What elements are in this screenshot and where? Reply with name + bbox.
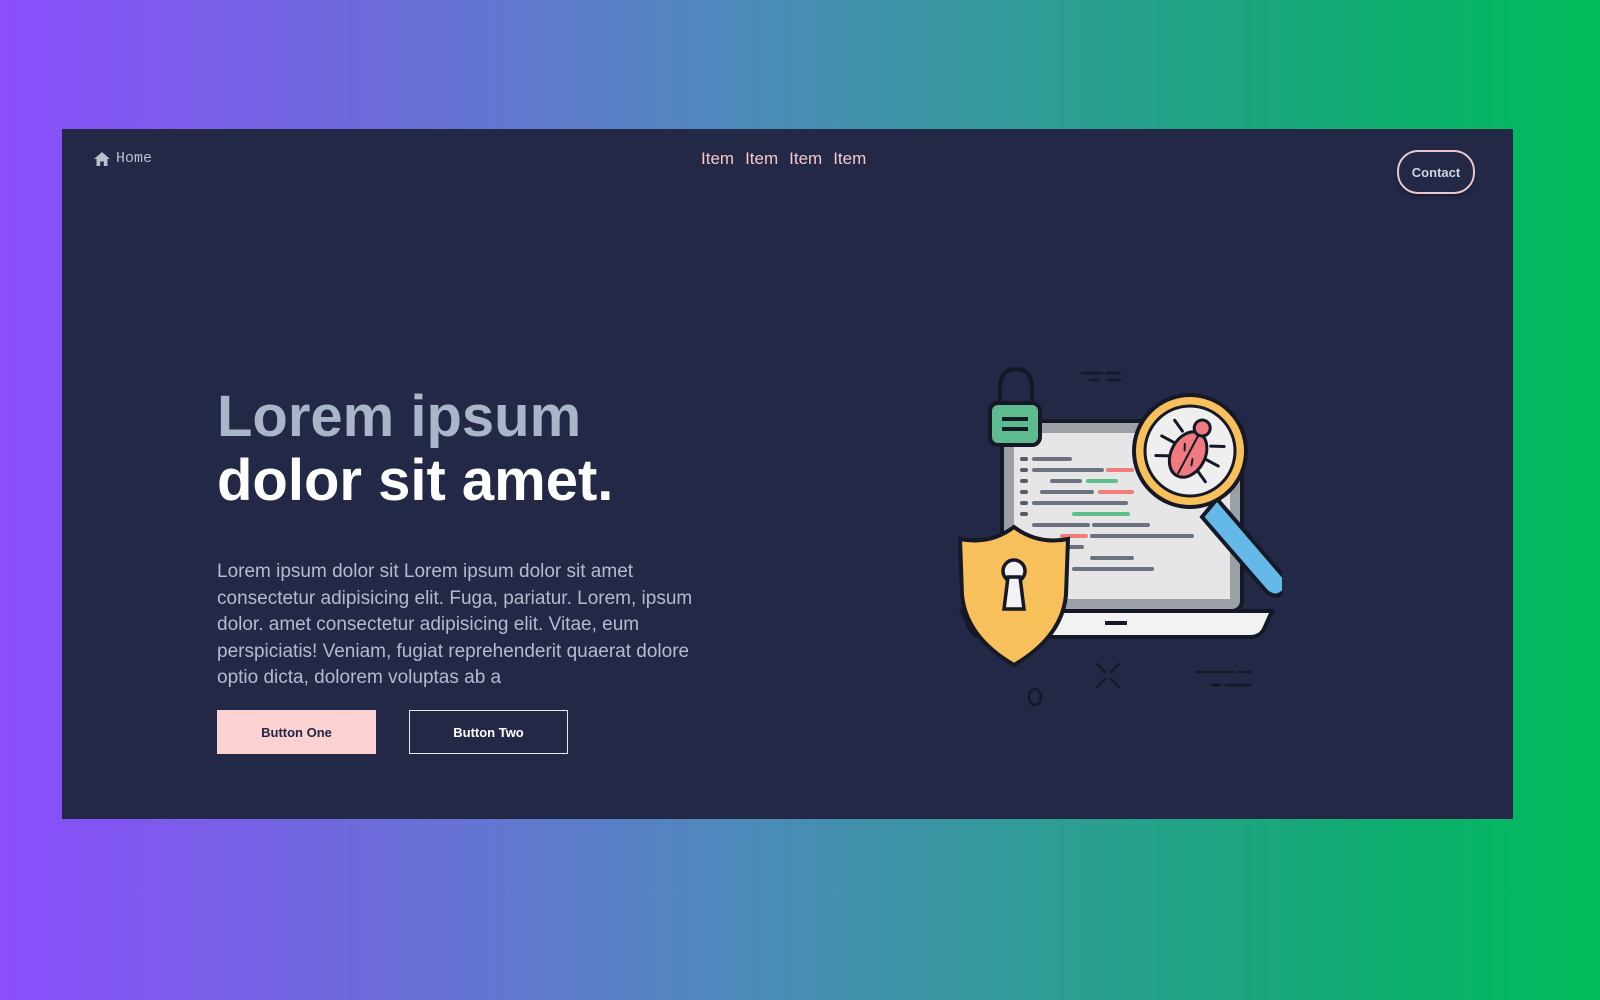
button-two[interactable]: Button Two <box>409 710 568 754</box>
hero-paragraph: Lorem ipsum dolor sit Lorem ipsum dolor … <box>217 561 693 688</box>
hero-text: Lorem ipsum dolor sit amet. Lorem ipsum … <box>217 385 737 692</box>
home-link[interactable]: Home <box>94 150 152 167</box>
hero-headline: Lorem ipsum dolor sit amet. <box>217 385 737 513</box>
nav-item-4[interactable]: Item <box>833 149 866 169</box>
home-icon <box>94 151 110 166</box>
hero-buttons: Button One Button Two <box>217 710 568 754</box>
nav-item-1[interactable]: Item <box>701 149 734 169</box>
headline-line-2: dolor sit amet. <box>217 448 614 513</box>
home-label: Home <box>116 150 153 167</box>
hero-card: Home Item Item Item Item Contact Lorem i… <box>62 129 1513 819</box>
contact-button[interactable]: Contact <box>1397 150 1475 194</box>
top-nav: Item Item Item Item <box>701 149 866 169</box>
button-one[interactable]: Button One <box>217 710 376 754</box>
nav-item-3[interactable]: Item <box>789 149 822 169</box>
security-bug-scan-illustration <box>942 359 1290 719</box>
nav-item-2[interactable]: Item <box>745 149 778 169</box>
headline-line-1: Lorem ipsum <box>217 384 582 449</box>
